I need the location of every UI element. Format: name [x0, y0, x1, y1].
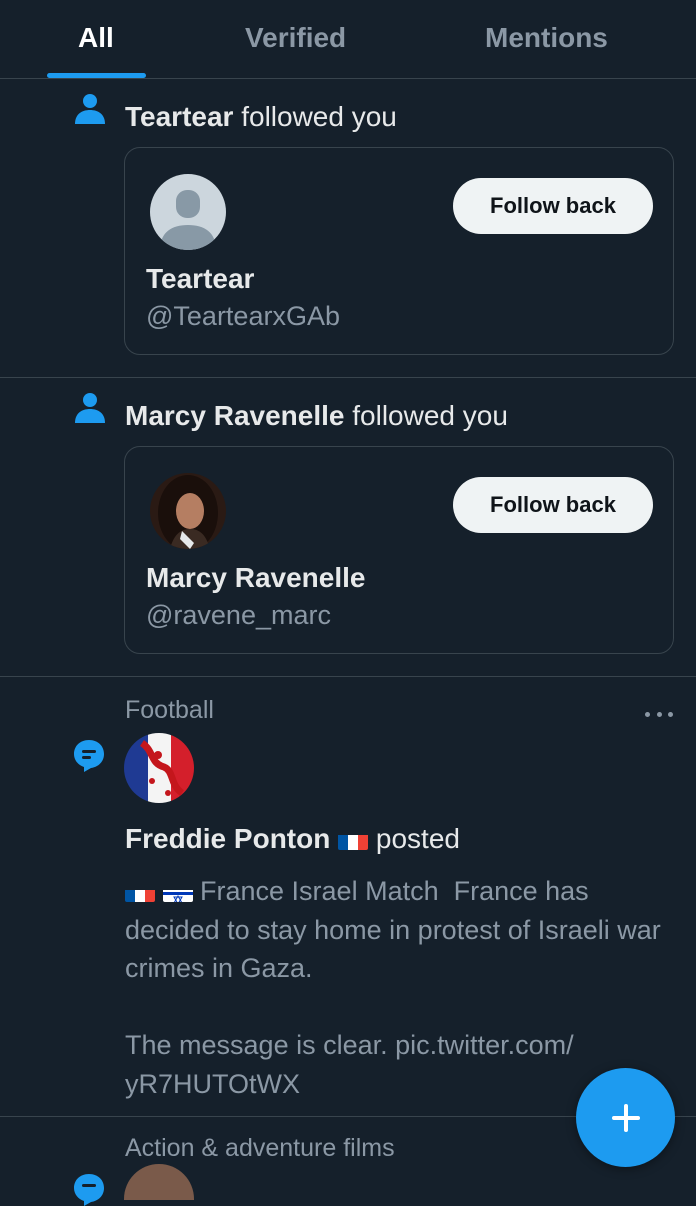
notification-action: followed you	[344, 400, 508, 431]
france-flag-icon	[125, 882, 155, 902]
israel-flag-icon	[162, 882, 193, 902]
notification-actor[interactable]: Marcy Ravenelle	[125, 400, 344, 431]
user-handle: @ravene_marc	[146, 600, 331, 630]
topic-label: Football	[125, 696, 214, 724]
author-avatar[interactable]	[124, 1164, 194, 1200]
tab-verified[interactable]: Verified	[245, 22, 346, 54]
user-name[interactable]: Marcy Ravenelle	[146, 562, 365, 594]
user-card[interactable]: Follow back Marcy Ravenelle @ravene_marc	[124, 446, 674, 654]
topic-label: Action & adventure films	[125, 1134, 395, 1162]
france-flag-icon	[338, 830, 369, 850]
post-author-name[interactable]: Freddie Ponton	[125, 823, 330, 854]
speech-bubble-icon	[74, 1174, 104, 1206]
user-handle: @TeartearxGAb	[146, 301, 340, 331]
post-text[interactable]: France Israel Match France has decided t…	[125, 872, 680, 1103]
person-icon	[75, 393, 105, 423]
user-name[interactable]: Teartear	[146, 263, 254, 295]
notification-tabs: All Verified Mentions	[0, 0, 696, 79]
divider	[0, 377, 696, 378]
tab-mentions[interactable]: Mentions	[485, 22, 608, 54]
compose-button[interactable]	[576, 1068, 675, 1167]
more-options-icon[interactable]	[645, 708, 673, 720]
divider	[0, 676, 696, 677]
notification-actor[interactable]: Teartear	[125, 101, 233, 132]
post-text-line1: France Israel Match France has decided t…	[125, 876, 669, 983]
follow-back-button[interactable]: Follow back	[453, 477, 653, 533]
author-avatar[interactable]	[124, 733, 194, 803]
post-header: Freddie Ponton posted	[125, 823, 460, 855]
follow-back-button[interactable]: Follow back	[453, 178, 653, 234]
post-action: posted	[375, 823, 460, 854]
tab-all[interactable]: All	[78, 22, 114, 54]
post-text-rest: The message is clear. pic.twitter.com/ y…	[125, 1030, 574, 1099]
profile-photo[interactable]	[150, 473, 226, 549]
notification-text: Teartear followed you	[125, 101, 397, 133]
person-icon	[75, 94, 105, 124]
notification-text: Marcy Ravenelle followed you	[125, 400, 508, 432]
notification-action: followed you	[233, 101, 397, 132]
plus-icon	[611, 1103, 640, 1132]
default-avatar-icon[interactable]	[150, 174, 226, 250]
speech-bubble-icon	[74, 740, 104, 772]
active-tab-indicator	[47, 73, 146, 78]
user-card[interactable]: Follow back Teartear @TeartearxGAb	[124, 147, 674, 355]
